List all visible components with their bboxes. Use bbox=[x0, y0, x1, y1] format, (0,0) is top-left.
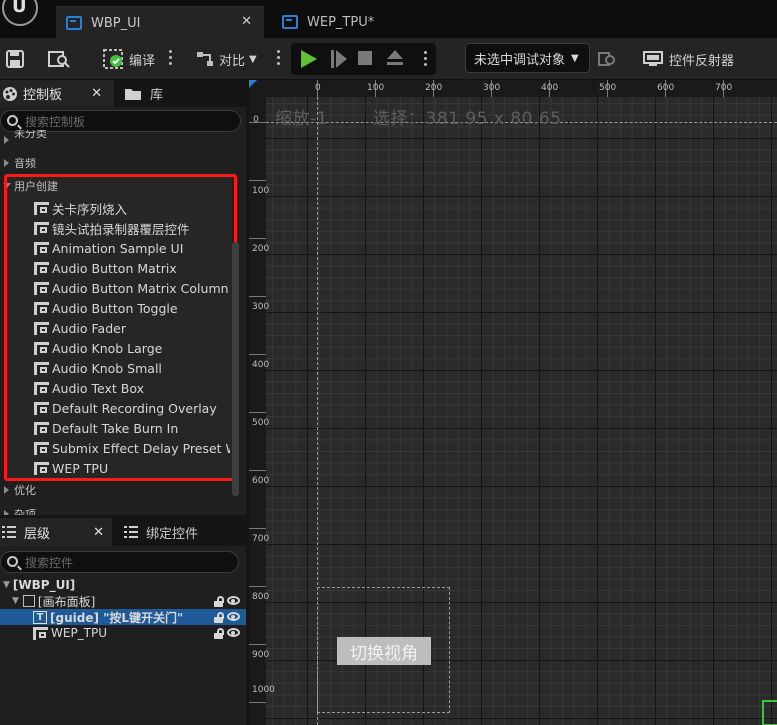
category-optimization[interactable]: 优化 bbox=[0, 480, 230, 500]
diff-icon bbox=[197, 52, 213, 66]
hierarchy-tab-strip: 层级 ✕ 绑定控件 bbox=[0, 518, 246, 546]
palette-icon bbox=[3, 86, 17, 101]
tab-library[interactable]: 库 bbox=[118, 80, 218, 107]
monitor-icon bbox=[643, 51, 663, 66]
play-icon[interactable] bbox=[301, 50, 317, 68]
tab-label: 库 bbox=[150, 88, 164, 103]
close-icon[interactable]: ✕ bbox=[93, 525, 104, 540]
canvas-panel-icon bbox=[22, 595, 35, 607]
search-placeholder: 搜索控制板 bbox=[25, 114, 86, 129]
tab-label: 控制板 bbox=[23, 88, 63, 103]
anchor-marker bbox=[249, 80, 257, 88]
widget-reflector-button[interactable]: 控件反射器 bbox=[643, 46, 734, 72]
tab-hierarchy[interactable]: 层级 ✕ bbox=[0, 518, 112, 546]
compile-status-icon bbox=[103, 49, 123, 69]
tab-label: 层级 bbox=[24, 526, 51, 542]
visibility-eye-icon[interactable] bbox=[227, 596, 240, 605]
switch-view-button[interactable]: 切换视角 bbox=[337, 637, 431, 665]
expand-arrow-icon bbox=[4, 159, 9, 167]
horizontal-ruler: 0 100 200 300 400 500 600 700 bbox=[249, 80, 777, 97]
collapse-arrow-icon: ▼ bbox=[12, 596, 19, 606]
step-icon[interactable] bbox=[331, 50, 347, 68]
search-icon bbox=[7, 556, 18, 567]
main-toolbar: 编译 对比 ▼ 未选中调试对象 ▼ 控件反射器 bbox=[0, 38, 777, 80]
tab-bind-widgets[interactable]: 绑定控件 bbox=[120, 518, 246, 546]
close-icon[interactable]: ✕ bbox=[91, 86, 102, 101]
compile-button[interactable]: 编译 bbox=[103, 46, 155, 72]
canvas-resize-handle[interactable] bbox=[762, 700, 777, 725]
tree-canvas-panel[interactable]: ▼ [画布面板] bbox=[0, 593, 246, 609]
debug-object-value: 未选中调试对象 bbox=[474, 52, 566, 68]
unreal-logo-icon[interactable]: U bbox=[0, 0, 40, 36]
debug-find-icon[interactable] bbox=[598, 46, 616, 72]
tab-label: WBP_UI bbox=[91, 15, 141, 31]
expand-arrow-icon bbox=[4, 486, 9, 494]
tab-label: WEP_TPU* bbox=[307, 14, 375, 30]
lock-icon[interactable] bbox=[214, 628, 224, 639]
eject-icon[interactable] bbox=[386, 50, 404, 68]
stop-icon[interactable] bbox=[358, 51, 372, 65]
lock-icon[interactable] bbox=[214, 596, 224, 607]
visibility-eye-icon[interactable] bbox=[227, 628, 240, 637]
lock-icon[interactable] bbox=[214, 612, 224, 623]
play-options-icon[interactable] bbox=[424, 49, 428, 69]
ue-widget-blueprint-editor: U WBP_UI ✕ WEP_TPU* 编译 对比 ▼ 未选中调试对象 ▼ 控件… bbox=[0, 0, 777, 725]
collapse-arrow-icon: ▼ bbox=[3, 580, 10, 590]
palette-panel: 控制板 ✕ 库 搜索控制板 未分类 音频 用户创建 关卡序列烧入 镜头试拍录制器… bbox=[0, 80, 246, 515]
expand-arrow-icon bbox=[4, 510, 9, 515]
visibility-eye-icon[interactable] bbox=[227, 612, 240, 621]
diff-label: 对比 bbox=[219, 53, 246, 69]
tab-palette[interactable]: 控制板 ✕ bbox=[0, 80, 114, 107]
widget-blueprint-icon bbox=[66, 16, 82, 30]
tree-root[interactable]: ▼ [WBP_UI] bbox=[0, 577, 246, 593]
toolbar-options-icon[interactable] bbox=[277, 48, 281, 68]
browse-asset-icon[interactable] bbox=[48, 46, 70, 72]
highlight-annotation-box bbox=[4, 174, 237, 481]
category-uncategorized[interactable]: 未分类 bbox=[0, 130, 230, 144]
designer-viewport[interactable]: 0 100 200 300 400 500 600 700 0 100 200 … bbox=[249, 80, 777, 725]
hierarchy-search-input[interactable]: 搜索控件 bbox=[0, 551, 239, 573]
save-icon[interactable] bbox=[6, 46, 24, 72]
widget-blueprint-icon bbox=[282, 15, 298, 29]
expand-arrow-icon bbox=[4, 136, 9, 144]
zoom-level-text: 缩放-1 bbox=[275, 109, 328, 129]
category-misc[interactable]: 杂项 bbox=[0, 504, 230, 515]
close-icon[interactable]: ✕ bbox=[241, 14, 252, 29]
chevron-down-icon: ▼ bbox=[249, 53, 257, 65]
widget-reflector-label: 控件反射器 bbox=[669, 53, 735, 69]
palette-scrollbar[interactable] bbox=[232, 242, 239, 496]
play-controls bbox=[291, 43, 436, 75]
palette-tab-strip: 控制板 ✕ 库 bbox=[0, 80, 246, 107]
tree-guide-text[interactable]: T [guide] "按L键开关门" bbox=[0, 609, 246, 625]
category-audio[interactable]: 音频 bbox=[0, 153, 230, 173]
search-placeholder: 搜索控件 bbox=[25, 555, 74, 570]
compile-label: 编译 bbox=[129, 53, 156, 69]
hierarchy-panel: 层级 ✕ 绑定控件 搜索控件 ▼ [WBP_UI] ▼ [画布面板] T [gu… bbox=[0, 518, 246, 725]
chevron-down-icon: ▼ bbox=[571, 52, 579, 64]
tab-wep-tpu[interactable]: WEP_TPU* bbox=[272, 6, 452, 38]
diff-button[interactable]: 对比 ▼ bbox=[196, 46, 257, 72]
selection-size-text: 选择：381.95 x 80.65 bbox=[373, 109, 562, 129]
vertical-ruler: 0 100 200 300 400 500 600 700 800 900 10… bbox=[249, 97, 275, 725]
debug-object-select[interactable]: 未选中调试对象 ▼ bbox=[465, 43, 590, 73]
folder-icon bbox=[125, 88, 141, 100]
list-icon bbox=[124, 526, 138, 538]
search-icon bbox=[7, 115, 18, 126]
document-tab-bar: U WBP_UI ✕ WEP_TPU* bbox=[0, 0, 777, 38]
palette-search-input[interactable]: 搜索控制板 bbox=[0, 110, 241, 132]
tab-wbp-ui[interactable]: WBP_UI ✕ bbox=[56, 6, 264, 38]
text-widget-icon: T bbox=[33, 610, 47, 624]
compile-options-icon[interactable] bbox=[169, 48, 173, 68]
tab-label: 绑定控件 bbox=[146, 526, 199, 542]
list-icon bbox=[2, 526, 16, 538]
user-widget-icon bbox=[33, 626, 48, 640]
tree-wep-tpu[interactable]: WEP_TPU bbox=[0, 625, 246, 641]
